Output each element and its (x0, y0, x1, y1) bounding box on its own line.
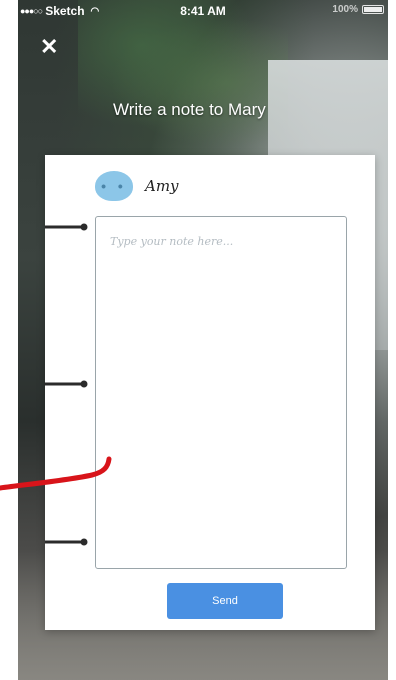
recipient-name: Amy (145, 177, 179, 195)
send-button[interactable]: Send (167, 583, 283, 619)
battery-percent: 100% (332, 4, 358, 15)
close-icon[interactable]: ✕ (40, 36, 58, 58)
page-title: Write a note to Mary (113, 100, 266, 119)
recipient: • • Amy (95, 171, 179, 201)
note-input[interactable] (95, 216, 347, 569)
phone-screen: ●●●○○ Sketch ◠ 8:41 AM 100% ✕ Write a no… (18, 0, 388, 680)
status-right: 100% (332, 4, 384, 15)
status-bar: ●●●○○ Sketch ◠ 8:41 AM 100% (18, 0, 388, 22)
elephant-avatar-icon: • • (95, 171, 133, 201)
avatar-eyes: • • (101, 178, 127, 194)
note-card: • • Amy Send (45, 155, 375, 630)
background-plant (78, 0, 288, 150)
battery-icon (362, 5, 384, 14)
